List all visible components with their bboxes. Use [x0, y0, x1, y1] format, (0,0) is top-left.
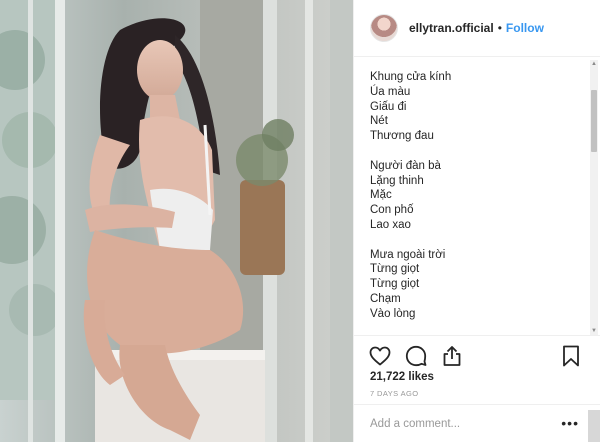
caption-line: Lao xao: [370, 218, 411, 231]
avatar[interactable]: [370, 14, 398, 42]
photo-illustration: [0, 0, 353, 442]
caption-line: Người đàn bà: [370, 159, 441, 172]
caption-gap: [370, 233, 590, 248]
caption-line: Chạm: [370, 292, 401, 305]
share-icon[interactable]: [440, 344, 464, 368]
window-edge: [588, 410, 600, 442]
caption-text: Khung cửa kính Úa màu Giấu đi Nét Thương đau…: [370, 70, 590, 334]
caption-line: Khung cửa kính: [370, 71, 452, 83]
caption-line: Con phố: [370, 204, 414, 217]
comment-input[interactable]: [370, 417, 550, 430]
caption-line: Lặng thinh: [370, 174, 424, 187]
caption-line: Nét: [370, 115, 388, 128]
post-side-panel: ellytran.official • Follow Khung cửa kín…: [353, 0, 600, 442]
caption-scrollbar[interactable]: ▲ ▼: [590, 60, 598, 335]
bookmark-icon[interactable]: [559, 344, 583, 368]
caption-line: Mưa ngoài trời: [370, 248, 446, 261]
instagram-post: ellytran.official • Follow Khung cửa kín…: [0, 0, 600, 442]
caption-line: Úa màu: [370, 85, 411, 98]
scroll-thumb[interactable]: [591, 90, 597, 152]
caption-line: Thương đau: [370, 130, 434, 143]
post-photo[interactable]: [0, 0, 353, 442]
caption-line: Từng giọt: [370, 278, 420, 291]
username-link[interactable]: ellytran.official: [409, 21, 494, 35]
caption-gap: [370, 144, 590, 159]
heart-icon[interactable]: [368, 344, 392, 368]
post-timestamp[interactable]: 7 DAYS AGO: [370, 389, 418, 398]
caption-line: Vào lòng: [370, 307, 416, 320]
comment-box: •••: [354, 404, 600, 442]
scroll-up-arrow-icon[interactable]: ▲: [590, 60, 598, 68]
likes-count[interactable]: 21,722 likes: [370, 371, 434, 383]
caption-gap: [370, 322, 590, 334]
caption-line: Từng giọt: [370, 263, 420, 276]
caption-line: Giấu đi: [370, 100, 407, 113]
post-header: ellytran.official • Follow: [354, 0, 600, 57]
comment-icon[interactable]: [404, 344, 428, 368]
follow-button[interactable]: Follow: [506, 21, 544, 35]
separator-dot: •: [497, 21, 502, 35]
scroll-down-arrow-icon[interactable]: ▼: [590, 327, 598, 335]
action-icons-row: [368, 344, 476, 368]
caption-line: Mặc: [370, 189, 392, 202]
more-options-icon[interactable]: •••: [561, 416, 579, 430]
